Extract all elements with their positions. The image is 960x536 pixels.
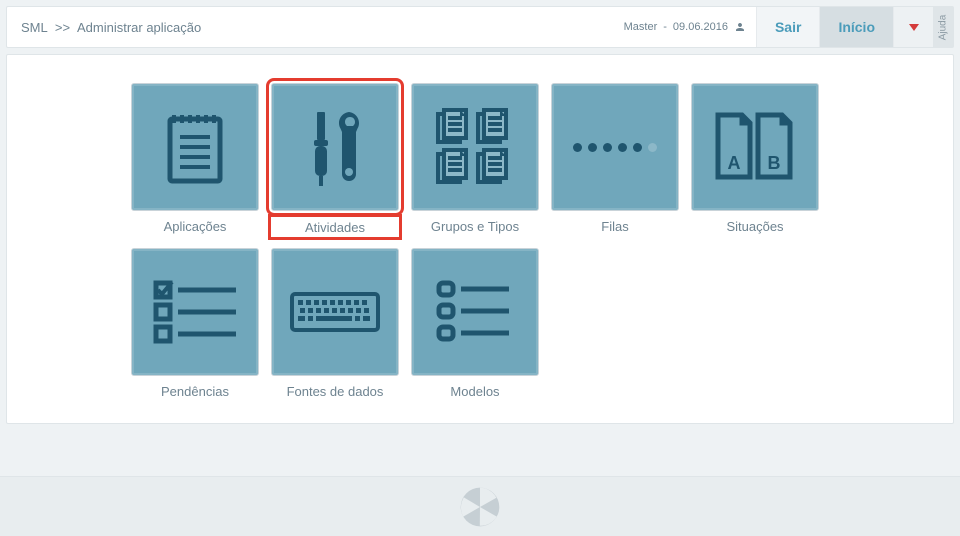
tile-aplicacoes[interactable]: Aplicações	[130, 83, 260, 238]
logout-button[interactable]: Sair	[756, 7, 819, 47]
tile-label: Pendências	[161, 384, 229, 399]
content-panel: Aplicações Atividades	[6, 54, 954, 424]
list-rounded-icon	[435, 277, 515, 347]
tile-label: Fontes de dados	[287, 384, 384, 399]
tile-fontes[interactable]: Fontes de dados	[270, 248, 400, 399]
help-button[interactable]: Ajuda	[933, 7, 953, 47]
aperture-icon	[459, 486, 501, 528]
tile-grid: Aplicações Atividades	[130, 83, 830, 399]
user-info: Master - 09.06.2016	[624, 21, 756, 33]
breadcrumb-root[interactable]: SML	[21, 20, 47, 35]
tile-atividades[interactable]: Atividades	[270, 83, 400, 238]
tile-label: Aplicações	[164, 219, 227, 234]
svg-text:B: B	[768, 153, 781, 173]
tile-modelos[interactable]: Modelos	[410, 248, 540, 399]
tile-label: Grupos e Tipos	[431, 219, 519, 234]
svg-text:A: A	[728, 153, 741, 173]
footer	[0, 476, 960, 536]
checklist-icon	[150, 277, 240, 347]
tile-label: Situações	[726, 219, 783, 234]
user-name: Master	[624, 21, 658, 33]
user-date: 09.06.2016	[673, 21, 728, 33]
tools-icon	[295, 102, 375, 192]
breadcrumb: SML >> Administrar aplicação	[7, 20, 624, 35]
pages-ab-icon: A B	[710, 107, 800, 187]
home-button[interactable]: Início	[819, 7, 893, 47]
tile-label: Modelos	[450, 384, 499, 399]
tile-label: Atividades	[270, 216, 400, 238]
chevron-down-icon	[909, 24, 919, 31]
tile-filas[interactable]: Filas	[550, 83, 680, 238]
breadcrumb-sep: >>	[55, 20, 70, 35]
tile-pendencias[interactable]: Pendências	[130, 248, 260, 399]
tile-situacoes[interactable]: A B Situações	[690, 83, 820, 238]
notepad-icon	[160, 107, 230, 187]
user-icon	[734, 21, 746, 33]
documents-grid-icon	[430, 102, 520, 192]
breadcrumb-current: Administrar aplicação	[77, 20, 201, 35]
keyboard-icon	[290, 292, 380, 332]
tile-label: Filas	[601, 219, 628, 234]
tile-grupos[interactable]: Grupos e Tipos	[410, 83, 540, 238]
top-bar: SML >> Administrar aplicação Master - 09…	[6, 6, 954, 48]
dots-icon	[573, 143, 657, 152]
more-dropdown[interactable]	[893, 7, 933, 47]
